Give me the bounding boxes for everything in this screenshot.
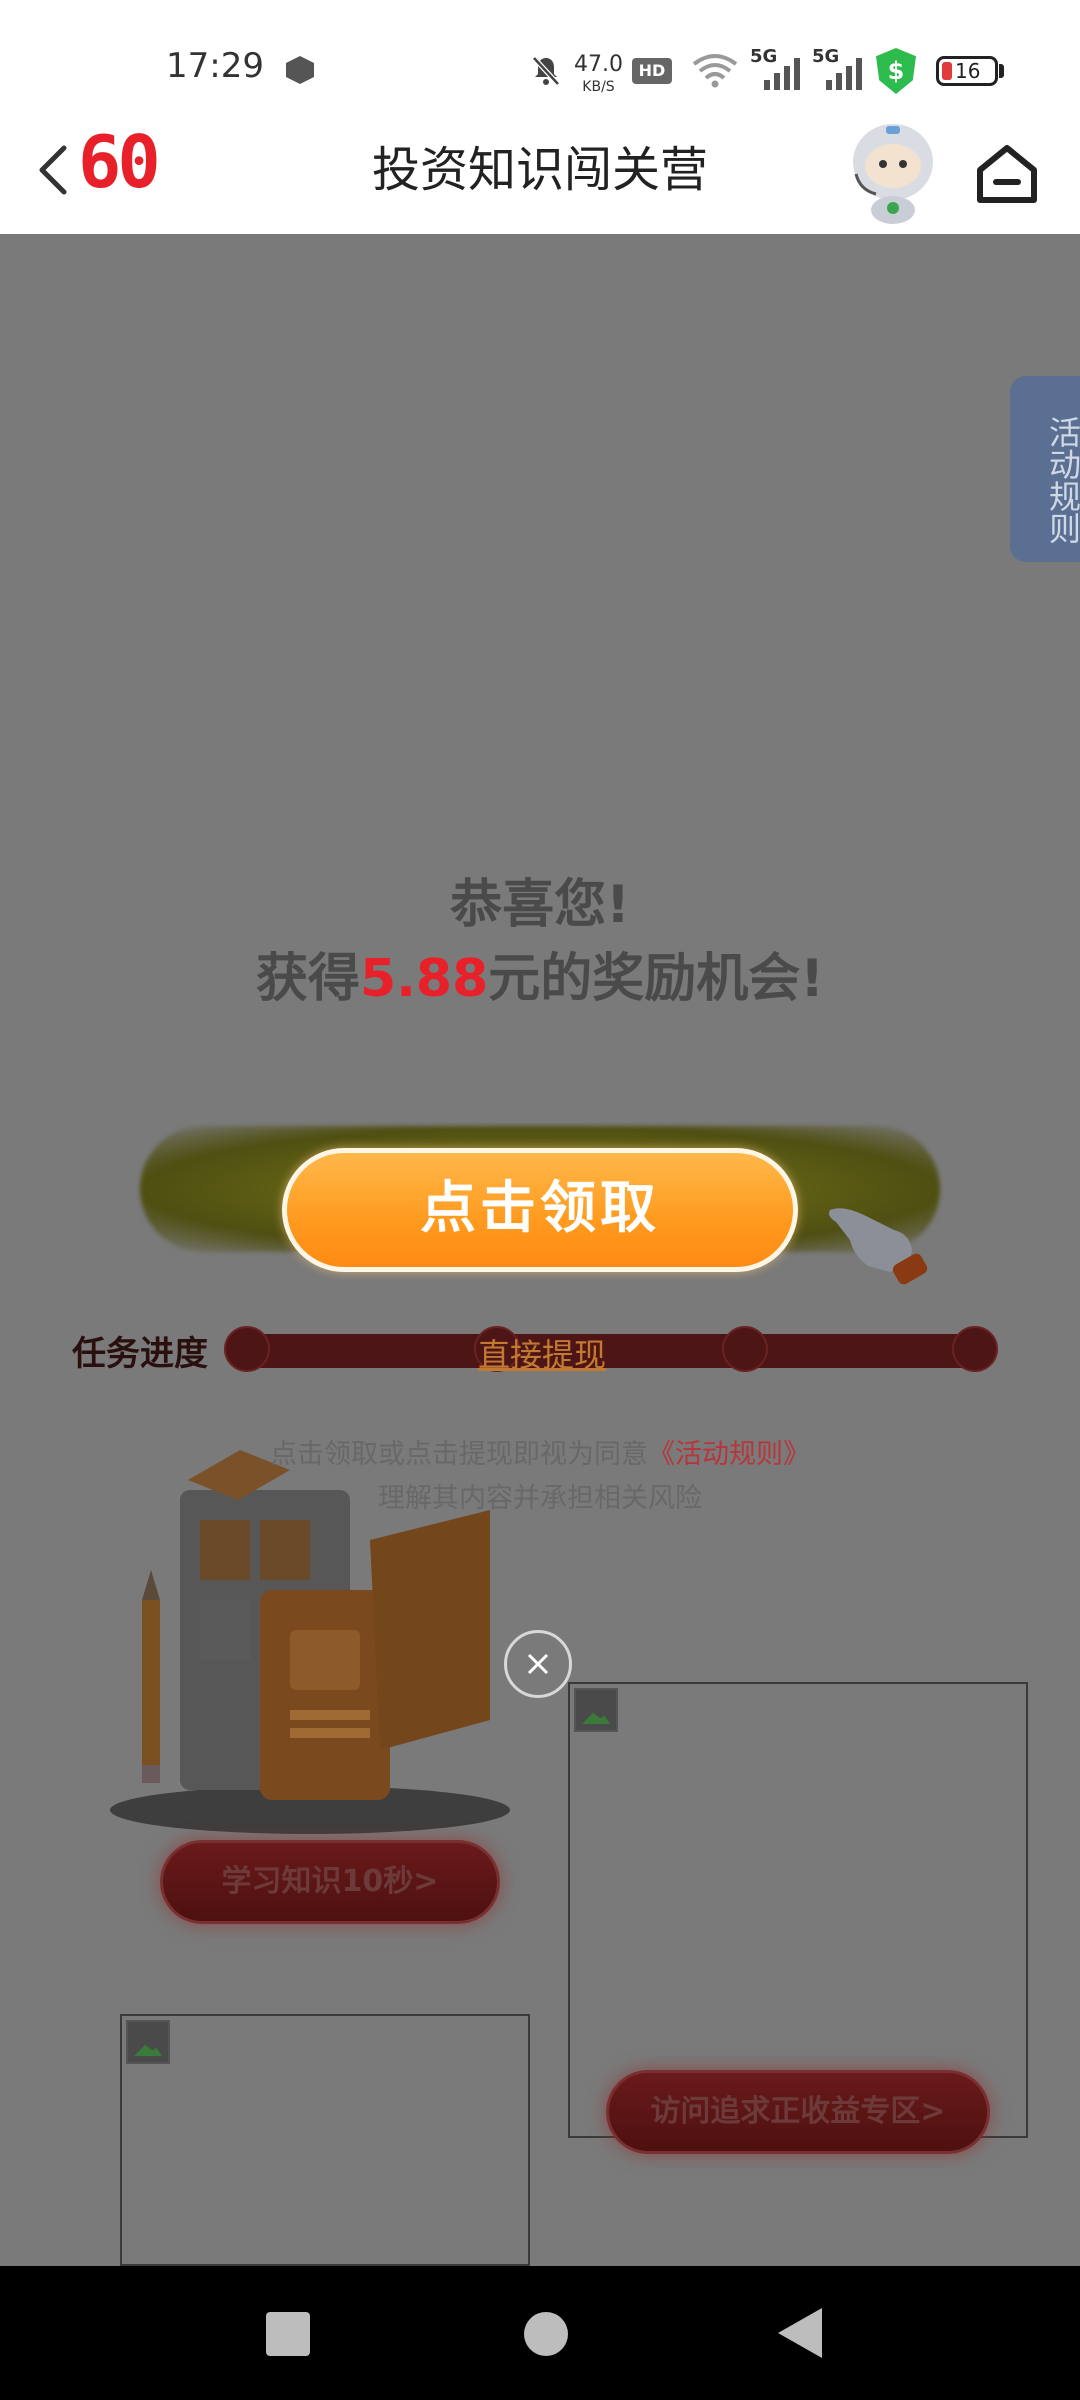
claim-button[interactable]: 点击领取 xyxy=(282,1148,798,1272)
status-time: 17:29 xyxy=(166,46,264,86)
pointing-hand-icon xyxy=(828,1208,928,1285)
progress-node xyxy=(224,1326,270,1372)
task-progress-label: 任务进度 xyxy=(72,1334,208,1374)
broken-image-icon xyxy=(574,1688,618,1732)
signal-bars-icon xyxy=(826,58,862,90)
battery-icon: 16 xyxy=(936,56,998,86)
progress-node xyxy=(722,1326,768,1372)
signal-2: 5G xyxy=(812,46,862,90)
reward-heading: 获得5.88元的奖励机会! xyxy=(0,936,1080,1011)
home-nav-icon[interactable] xyxy=(524,2312,568,2356)
congrats-heading: 恭喜您! xyxy=(450,875,630,935)
reward-amount: 5.88 xyxy=(359,949,489,1009)
close-icon[interactable] xyxy=(504,1630,572,1698)
consent-prefix: 点击领取或点击提现即视为同意 xyxy=(270,1439,648,1470)
rules-link[interactable]: 《活动规则》 xyxy=(648,1439,810,1470)
withdraw-link[interactable]: 直接提现 xyxy=(478,1330,606,1376)
battery-tip xyxy=(999,64,1004,78)
network-speed-unit: KB/S xyxy=(582,79,615,95)
task-progress-track xyxy=(230,1334,994,1368)
promo-image-placeholder[interactable] xyxy=(120,2014,530,2266)
reward-prefix: 获得 xyxy=(255,949,360,1009)
broken-image-icon xyxy=(126,2020,170,2064)
mute-bell-icon xyxy=(532,56,560,86)
reward-suffix: 元的奖励机会! xyxy=(488,949,825,1009)
hd-badge: HD xyxy=(632,58,672,84)
network-speed: 47.0 KB/S xyxy=(574,54,623,98)
battery-level: 16 xyxy=(955,59,981,83)
risk-text: 理解其内容并承担相关风险 xyxy=(378,1483,702,1514)
battery-fill xyxy=(942,62,952,80)
recent-apps-icon[interactable] xyxy=(266,2312,310,2356)
home-icon[interactable] xyxy=(972,138,1042,208)
network-speed-value: 47.0 xyxy=(574,52,623,77)
activity-rules-tab[interactable]: 活动规则 xyxy=(1010,376,1080,562)
visit-returns-zone-button[interactable]: 访问追求正收益专区> xyxy=(606,2070,990,2154)
wifi-icon xyxy=(692,54,738,88)
consent-text: 点击领取或点击提现即视为同意《活动规则》 xyxy=(0,1432,1080,1471)
robot-assistant-icon[interactable] xyxy=(846,118,940,224)
progress-node xyxy=(952,1326,998,1372)
signal-bars-icon xyxy=(764,58,800,90)
close-x-glyph xyxy=(527,1653,549,1675)
learn-knowledge-button[interactable]: 学习知识10秒> xyxy=(160,1840,500,1924)
signal-1: 5G xyxy=(750,46,800,90)
